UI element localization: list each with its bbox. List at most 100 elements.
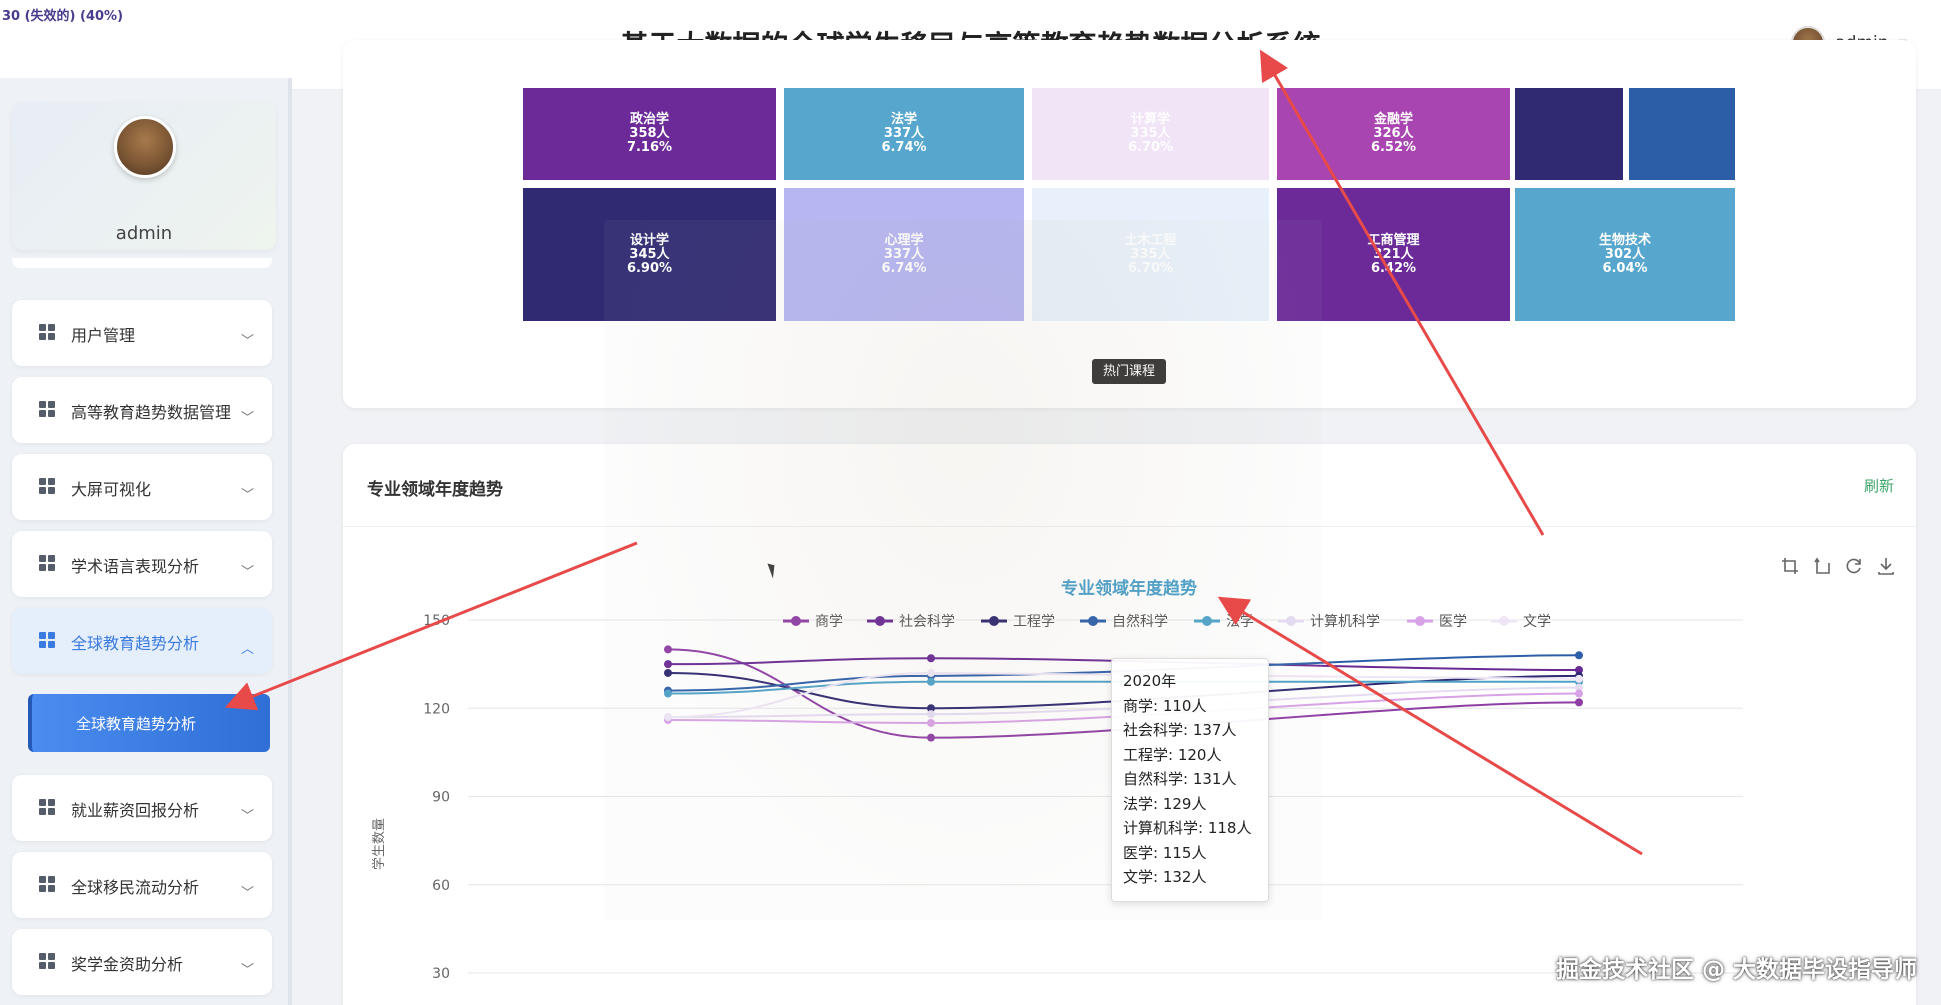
legend-label: 计算机科学	[1310, 614, 1380, 630]
watermark: 掘金技术社区 @ 大数据毕设指导师	[1555, 957, 1917, 983]
grid-icon	[39, 324, 55, 340]
profile-card: admin	[12, 102, 276, 250]
treemap-cell[interactable]	[1629, 88, 1735, 180]
legend-marker	[989, 616, 999, 626]
data-point	[664, 660, 672, 669]
legend-marker	[1286, 616, 1296, 626]
y-axis-label: 学生数量	[371, 818, 387, 870]
grid-icon	[39, 876, 55, 892]
data-point	[927, 668, 935, 677]
grid-icon	[39, 799, 55, 815]
chart-tooltip: 2020年 商学: 110人 社会科学: 137人 工程学: 120人 自然科学…	[1111, 658, 1269, 902]
data-point	[927, 710, 935, 719]
sidebar-item-global-education[interactable]: 全球教育趋势分析 ︿	[12, 608, 272, 674]
data-point	[927, 654, 935, 663]
sidebar-item-user-management[interactable]: 用户管理 ﹀	[12, 300, 272, 366]
data-point	[664, 668, 672, 677]
treemap-cell[interactable]: 计算学 335人 6.70%	[1032, 88, 1269, 180]
treemap-cell[interactable]: 政治学 358人 7.16%	[523, 88, 776, 180]
y-tick-label: 90	[432, 790, 450, 806]
treemap-pct: 6.04%	[1602, 260, 1648, 276]
sidebar-item-scholarship[interactable]: 奖学金资助分析 ﹀	[12, 929, 272, 995]
legend-label: 工程学	[1013, 614, 1055, 630]
treemap-name: 法学	[890, 112, 917, 127]
hot-courses-badge: 热门课程	[1092, 359, 1166, 384]
menu-item-partial[interactable]	[12, 258, 272, 268]
treemap-count: 337人	[883, 126, 925, 141]
data-point	[927, 677, 935, 686]
treemap-name: 政治学	[629, 112, 669, 127]
treemap-pct: 6.74%	[881, 140, 927, 155]
treemap-name: 土木工程	[1124, 232, 1177, 248]
data-point	[927, 733, 935, 742]
treemap-name: 心理学	[884, 232, 924, 248]
legend-label: 社会科学	[899, 614, 955, 630]
treemap-cell[interactable]: 工商管理 321人 6.42%	[1277, 188, 1510, 321]
sidebar-item-label: 全球移民流动分析	[71, 878, 200, 897]
treemap-cell[interactable]: 金融学 326人 6.52%	[1277, 88, 1510, 180]
legend-marker	[1415, 616, 1425, 626]
chevron-down-icon: ﹀	[240, 334, 254, 349]
sidebar-item-education-data[interactable]: 高等教育趋势数据管理 ﹀	[12, 377, 272, 443]
chevron-down-icon: ﹀	[240, 411, 254, 426]
tooltip-line: 商学: 110人	[1123, 696, 1207, 715]
tooltip-line: 文学: 132人	[1123, 868, 1207, 886]
tooltip-title: 2020年	[1123, 672, 1177, 690]
sidebar-item-academic-language[interactable]: 学术语言表现分析 ﹀	[12, 531, 272, 597]
treemap-name: 设计学	[629, 232, 669, 248]
legend-label: 商学	[815, 614, 843, 630]
y-tick-label: 120	[423, 701, 450, 717]
legend-label: 自然科学	[1112, 613, 1168, 630]
grid-icon	[39, 478, 55, 494]
data-point	[664, 689, 672, 698]
grid-icon	[39, 401, 55, 417]
data-point	[1575, 651, 1583, 660]
treemap-count: 326人	[1373, 126, 1414, 141]
treemap-pct: 6.42%	[1370, 260, 1417, 276]
treemap-name: 工商管理	[1367, 232, 1420, 248]
sidebar: admin 用户管理 ﹀ 高等教育趋势数据管理 ﹀ 大屏可视化 ﹀ 学术语言表现…	[0, 78, 292, 1005]
sidebar-item-dashboard[interactable]: 大屏可视化 ﹀	[12, 454, 272, 520]
legend-marker	[1088, 616, 1098, 626]
sidebar-item-migration-flow[interactable]: 全球移民流动分析 ﹀	[12, 852, 272, 918]
profile-name: admin	[115, 223, 173, 244]
treemap-cell[interactable]: 生物技术 302人 6.04%	[1515, 188, 1735, 321]
treemap-name: 生物技术	[1598, 232, 1651, 248]
top-badge: 30 (失效的) (40%)	[2, 9, 124, 24]
chevron-down-icon: ﹀	[240, 886, 254, 901]
page: 30 (失效的) (40%) 基于大数据的全球学生移民与高等教育趋势数据分析系统…	[0, 0, 1941, 1005]
treemap-count: 358人	[629, 126, 670, 141]
treemap-pct: 6.52%	[1370, 140, 1417, 155]
treemap-pct: 6.74%	[881, 260, 927, 276]
y-tick-label: 60	[432, 878, 450, 894]
legend-label: 医学	[1439, 614, 1467, 630]
y-tick-label: 150	[423, 613, 450, 629]
tooltip-line: 医学: 115人	[1123, 843, 1207, 862]
data-point	[664, 645, 672, 654]
y-tick-label: 30	[432, 966, 450, 982]
sidebar-item-label: 高等教育趋势数据管理	[71, 403, 232, 422]
submenu-global-education-analysis[interactable]: 全球教育趋势分析	[28, 694, 270, 752]
treemap-count: 337人	[883, 246, 925, 262]
legend-marker	[791, 616, 801, 626]
treemap-count: 345人	[629, 246, 670, 262]
sidebar-item-label: 大屏可视化	[71, 480, 152, 499]
treemap-cell[interactable]: 设计学 345人 6.90%	[523, 188, 776, 321]
treemap-pct: 6.70%	[1127, 140, 1174, 155]
treemap-count: 335人	[1130, 126, 1171, 141]
treemap-cell[interactable]	[1515, 88, 1623, 180]
chevron-down-icon: ﹀	[240, 565, 254, 580]
treemap-pct: 7.16%	[626, 140, 673, 155]
sidebar-item-employment-salary[interactable]: 就业薪资回报分析 ﹀	[12, 775, 272, 841]
chart-title: 专业领域年度趋势	[1061, 578, 1197, 599]
treemap-cell[interactable]: 心理学 337人 6.74%	[784, 188, 1024, 321]
sidebar-item-label: 就业薪资回报分析	[71, 801, 200, 820]
treemap-cell[interactable]: 土木工程 335人 6.70%	[1032, 188, 1269, 321]
treemap-cell[interactable]: 法学 337人 6.74%	[784, 88, 1024, 180]
sidebar-item-label: 学术语言表现分析	[71, 557, 200, 576]
chevron-down-icon: ﹀	[240, 963, 254, 978]
grid-icon	[39, 555, 55, 571]
tooltip-line: 计算机科学: 118人	[1123, 819, 1252, 837]
chevron-down-icon: ﹀	[240, 488, 254, 503]
treemap-pct: 6.90%	[626, 260, 673, 276]
